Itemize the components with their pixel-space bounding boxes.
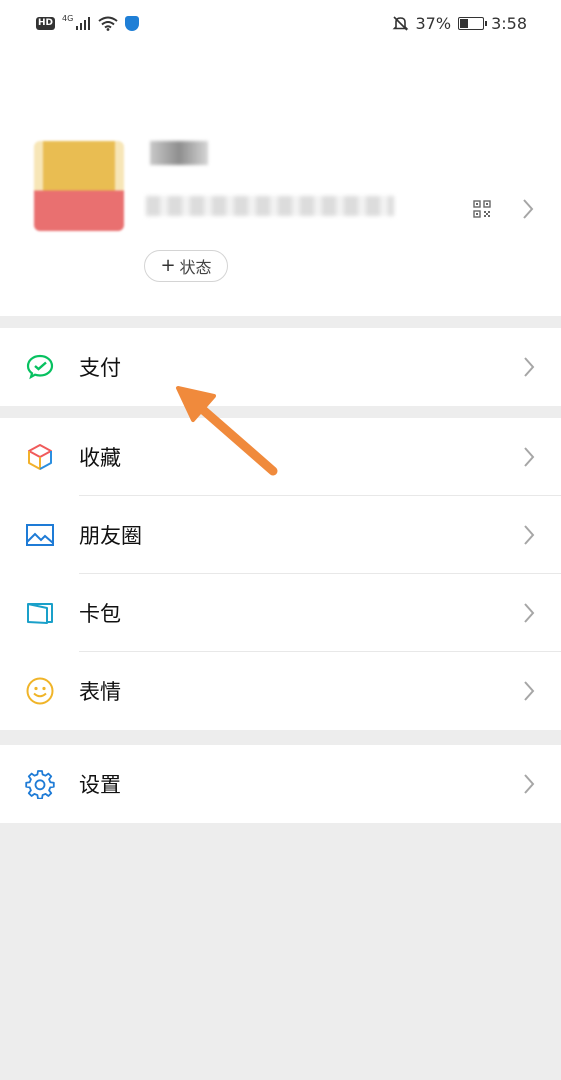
menu-item-label: 卡包 <box>79 602 121 626</box>
menu-item-label: 收藏 <box>79 446 121 470</box>
wechat-me-page: HD 4G 37% 3:58 + 状态 支付 收藏 朋友圈 卡包 表情 设置 <box>0 0 561 1080</box>
network-type: 4G <box>62 13 74 23</box>
menu-item-label: 支付 <box>79 356 121 380</box>
profile-header[interactable]: + 状态 <box>0 46 561 316</box>
chevron-right-icon <box>524 681 535 701</box>
menu-group-settings: 设置 <box>0 745 561 823</box>
menu-item-pay[interactable]: 支付 <box>0 328 561 406</box>
chevron-right-icon <box>524 603 535 623</box>
status-left: HD 4G <box>36 13 140 31</box>
menu-item-label: 设置 <box>79 773 121 797</box>
menu-group-services: 收藏 朋友圈 卡包 表情 <box>0 418 561 730</box>
bell-muted-icon <box>392 15 408 31</box>
wallet-card-icon <box>27 603 53 624</box>
image-icon <box>26 524 54 546</box>
chevron-right-icon <box>524 447 535 467</box>
plus-icon: + <box>160 255 176 276</box>
menu-group-pay: 支付 <box>0 328 561 406</box>
chevron-right-icon <box>524 774 535 794</box>
status-right: 37% 3:58 <box>392 13 527 33</box>
wechat-id <box>146 196 394 216</box>
gear-icon <box>25 770 55 799</box>
cube-icon <box>28 444 52 470</box>
wechat-pay-icon <box>26 354 54 380</box>
add-status-button[interactable]: + 状态 <box>144 250 228 282</box>
menu-item-label: 表情 <box>79 680 121 704</box>
avatar[interactable] <box>34 141 124 231</box>
status-bar: HD 4G 37% 3:58 <box>0 0 561 46</box>
smiley-icon <box>26 677 54 705</box>
menu-item-favorites[interactable]: 收藏 <box>0 418 561 496</box>
wifi-icon <box>98 16 118 31</box>
menu-item-cards[interactable]: 卡包 <box>0 574 561 652</box>
menu-item-settings[interactable]: 设置 <box>0 745 561 823</box>
chevron-right-icon[interactable] <box>522 198 534 220</box>
qr-code-icon[interactable] <box>473 200 491 218</box>
hd-badge: HD <box>36 16 56 30</box>
chevron-right-icon <box>524 357 535 377</box>
nickname <box>150 141 208 165</box>
menu-item-stickers[interactable]: 表情 <box>0 652 561 730</box>
menu-item-moments[interactable]: 朋友圈 <box>0 496 561 574</box>
status-button-label: 状态 <box>179 258 212 277</box>
shield-icon <box>125 15 140 31</box>
chevron-right-icon <box>524 525 535 545</box>
battery-percent: 37% <box>415 13 452 33</box>
clock: 3:58 <box>491 13 527 33</box>
signal-icon <box>76 17 91 30</box>
battery-icon <box>458 16 488 30</box>
menu-item-label: 朋友圈 <box>79 524 142 548</box>
